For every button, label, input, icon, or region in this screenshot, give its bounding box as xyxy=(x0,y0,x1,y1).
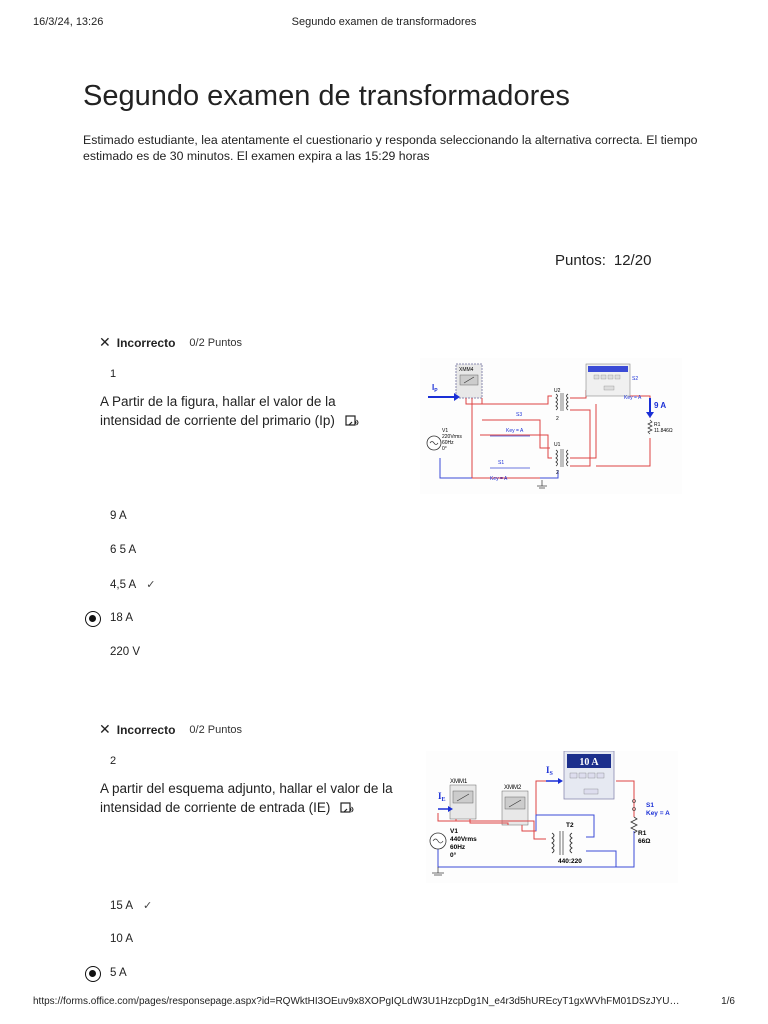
svg-text:2: 2 xyxy=(556,416,559,422)
option-label: 15 A xyxy=(110,899,134,912)
transformer-t2: T2 440:220 xyxy=(551,822,582,865)
exam-description: Estimado estudiante, lea atentamente el … xyxy=(83,133,698,163)
svg-text:Key = A: Key = A xyxy=(506,428,524,434)
selected-radio[interactable] xyxy=(85,966,101,982)
answer-option[interactable]: 18 A xyxy=(110,612,133,624)
svg-text:60Hz: 60Hz xyxy=(450,844,466,851)
print-doc-title: Segundo examen de transformadores xyxy=(291,16,477,28)
answer-option[interactable]: 220 V xyxy=(110,646,140,658)
selected-radio[interactable] xyxy=(85,611,101,627)
svg-text:10 A: 10 A xyxy=(579,757,599,768)
svg-text:440:220: 440:220 xyxy=(558,858,582,865)
svg-text:0°: 0° xyxy=(450,851,457,859)
correct-check-icon: ✓ xyxy=(146,579,156,591)
answer-option[interactable]: 15 A ✓ xyxy=(110,899,153,913)
option-label: 220 V xyxy=(110,646,141,658)
question-number: 2 xyxy=(110,755,117,767)
svg-text:Key = A: Key = A xyxy=(646,810,670,817)
meter-label: XMM4 xyxy=(459,367,474,373)
print-url: https://forms.office.com/pages/responsep… xyxy=(33,996,680,1007)
score-value: 12/20 xyxy=(613,252,652,269)
svg-text:S3: S3 xyxy=(516,412,522,418)
transformer-u1: U1 2 xyxy=(554,442,569,476)
incorrect-icon: ✕ xyxy=(99,334,111,350)
correct-check-icon: ✓ xyxy=(143,900,153,912)
resistor-icon xyxy=(630,816,638,834)
option-label: 6 5 A xyxy=(110,544,137,556)
ip-label: IP xyxy=(432,383,438,394)
answer-option[interactable]: 5 A xyxy=(110,967,127,979)
question-status: ✕ Incorrecto 0/2 Puntos xyxy=(99,721,242,738)
svg-text:T2: T2 xyxy=(566,822,574,829)
immersive-reader-icon[interactable] xyxy=(340,802,354,814)
svg-text:XMM1: XMM1 xyxy=(450,779,468,785)
option-label: 9 A xyxy=(110,510,127,522)
svg-text:S2: S2 xyxy=(632,376,638,382)
option-label: 4,5 A xyxy=(110,578,137,591)
svg-text:440Vrms: 440Vrms xyxy=(450,836,477,843)
answer-option[interactable]: 10 A xyxy=(110,933,133,945)
status-label: Incorrecto xyxy=(116,722,176,737)
page-title: Segundo examen de transformadores xyxy=(83,80,570,112)
svg-text:9 A: 9 A xyxy=(654,401,666,410)
svg-text:Key = A: Key = A xyxy=(490,476,508,482)
is-label: IS xyxy=(546,765,554,777)
svg-text:Key = A: Key = A xyxy=(624,395,642,401)
status-label: Incorrecto xyxy=(116,335,176,350)
ie-label: IE xyxy=(438,791,446,803)
svg-text:R1: R1 xyxy=(638,830,647,837)
svg-text:S1: S1 xyxy=(646,802,654,809)
svg-text:S1: S1 xyxy=(498,460,504,466)
incorrect-icon: ✕ xyxy=(99,721,111,737)
question-text: A Partir de la figura, hallar el valor d… xyxy=(100,392,370,430)
resistor-icon xyxy=(647,419,653,435)
print-page-number: 1/6 xyxy=(721,996,735,1007)
answer-option[interactable]: 9 A xyxy=(110,510,127,522)
svg-text:66Ω: 66Ω xyxy=(638,838,650,845)
transformer-u2: U2 2 xyxy=(554,388,569,422)
svg-text:0°: 0° xyxy=(442,446,447,452)
question-status: ✕ Incorrecto 0/2 Puntos xyxy=(99,334,242,351)
option-label: 10 A xyxy=(110,933,134,945)
svg-text:XMM2: XMM2 xyxy=(504,785,522,791)
immersive-reader-icon[interactable] xyxy=(345,415,359,427)
question-text-content: A Partir de la figura, hallar el valor d… xyxy=(100,394,336,428)
circuit-figure-1: XMM4 IP V1 220Vrms 60Hz 0° U2 2 U1 2 S3 … xyxy=(420,358,682,494)
svg-text:2: 2 xyxy=(556,470,559,476)
svg-text:11.846Ω: 11.846Ω xyxy=(654,428,673,434)
score-label: Puntos: xyxy=(555,252,606,269)
svg-text:V1: V1 xyxy=(450,828,458,835)
svg-text:U1: U1 xyxy=(554,442,561,448)
question-points: 0/2 Puntos xyxy=(189,336,243,349)
option-label: 18 A xyxy=(110,612,134,624)
answer-option[interactable]: 6 5 A xyxy=(110,544,136,556)
svg-text:U2: U2 xyxy=(554,388,561,394)
question-number: 1 xyxy=(110,368,117,380)
question-points: 0/2 Puntos xyxy=(189,723,243,736)
score-summary: Puntos: 12/20 xyxy=(555,252,651,269)
question-text: A partir del esquema adjunto, hallar el … xyxy=(100,779,410,817)
answer-option[interactable]: 4,5 A ✓ xyxy=(110,578,156,592)
circuit-figure-2: 10 A IS XMM1 XMM2 IE V1 440Vrms 60Hz 0° … xyxy=(426,751,678,883)
option-label: 5 A xyxy=(110,967,127,979)
